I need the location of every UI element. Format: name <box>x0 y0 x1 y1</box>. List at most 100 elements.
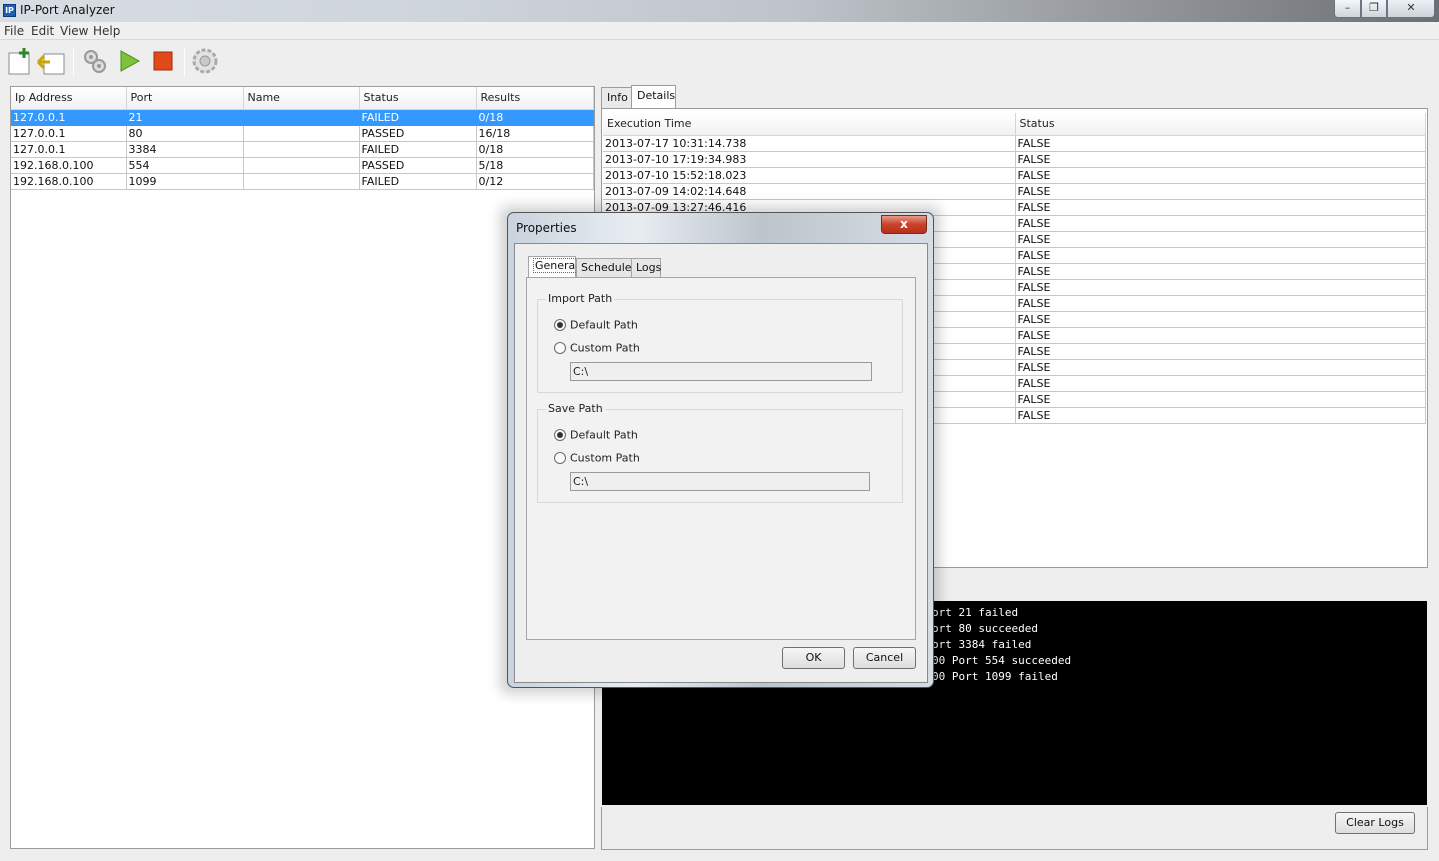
cell-status: FALSE <box>1015 199 1426 216</box>
column-header-port[interactable]: Port <box>126 87 244 110</box>
table-row[interactable]: 127.0.0.1 3384 FAILED 0/18 <box>11 141 594 158</box>
column-header-ip[interactable]: Ip Address <box>11 87 127 110</box>
table-row[interactable]: 127.0.0.1 80 PASSED 16/18 <box>11 125 594 142</box>
import-path-group: Import Path Default Path Custom Path C:\ <box>537 292 903 393</box>
menu-view[interactable]: View <box>60 24 88 38</box>
gear-icon[interactable] <box>190 46 220 76</box>
cell-status: FALSE <box>1015 295 1426 312</box>
cell-name <box>243 125 360 142</box>
toolbar-separator <box>73 48 74 76</box>
table-row[interactable]: 127.0.0.1 21 FAILED 0/18 <box>11 109 594 126</box>
cell-results: 5/18 <box>476 157 594 174</box>
import-icon[interactable] <box>36 46 66 76</box>
save-path-field[interactable]: C:\ <box>570 472 870 491</box>
radio-unchecked-icon[interactable] <box>554 452 566 464</box>
toolbar <box>0 40 1439 82</box>
radio-unchecked-icon[interactable] <box>554 342 566 354</box>
console-line: ort 3384 failed <box>932 638 1032 651</box>
save-default-path-label: Default Path <box>570 428 638 442</box>
maximize-button[interactable]: ❐ <box>1361 0 1387 18</box>
table-row[interactable]: 2013-07-17 10:31:14.738 FALSE <box>603 135 1426 152</box>
cell-port: 554 <box>126 157 244 174</box>
table-row[interactable]: 2013-07-10 15:52:18.023 FALSE <box>603 167 1426 184</box>
cell-name <box>243 141 360 158</box>
general-tab-content: Import Path Default Path Custom Path C:\… <box>526 277 916 640</box>
console-line: ort 80 succeeded <box>932 622 1038 635</box>
new-icon[interactable] <box>6 46 36 76</box>
cell-results: 0/18 <box>476 109 594 126</box>
import-custom-path-label: Custom Path <box>570 341 640 355</box>
cell-time: 2013-07-09 14:02:14.648 <box>603 183 1016 200</box>
cell-name <box>243 173 360 190</box>
cell-results: 0/18 <box>476 141 594 158</box>
cell-ip: 127.0.0.1 <box>11 125 127 142</box>
cell-status: FALSE <box>1015 327 1426 344</box>
minimize-button[interactable]: – <box>1334 0 1361 18</box>
ok-button[interactable]: OK <box>782 647 845 669</box>
cell-status: FAILED <box>359 141 477 158</box>
settings-gears-icon[interactable] <box>80 46 110 76</box>
play-icon[interactable] <box>114 46 144 76</box>
cell-status: FALSE <box>1015 247 1426 264</box>
cell-results: 0/12 <box>476 173 594 190</box>
table-row[interactable]: 2013-07-10 17:19:34.983 FALSE <box>603 151 1426 168</box>
column-header-results[interactable]: Results <box>476 87 594 110</box>
close-button[interactable]: ✕ <box>1387 0 1435 18</box>
cell-time: 2013-07-10 17:19:34.983 <box>603 151 1016 168</box>
cancel-button[interactable]: Cancel <box>853 647 916 669</box>
tab-logs[interactable]: Logs <box>631 258 661 277</box>
tab-general-label: General <box>533 258 581 273</box>
cell-status: FAILED <box>359 173 477 190</box>
tab-general[interactable]: General <box>528 256 581 277</box>
save-path-group: Save Path Default Path Custom Path C:\ <box>537 402 903 503</box>
table-row[interactable]: 192.168.0.100 1099 FAILED 0/12 <box>11 173 594 190</box>
dialog-title: Properties <box>516 221 577 235</box>
cell-port: 1099 <box>126 173 244 190</box>
import-path-field[interactable]: C:\ <box>570 362 872 381</box>
table-row[interactable]: 2013-07-09 14:02:14.648 FALSE <box>603 183 1426 200</box>
table-row[interactable]: 192.168.0.100 554 PASSED 5/18 <box>11 157 594 174</box>
radio-checked-icon[interactable] <box>554 319 566 331</box>
cell-status: FALSE <box>1015 151 1426 168</box>
cell-status: FALSE <box>1015 231 1426 248</box>
console-line: 00 Port 1099 failed <box>932 670 1058 683</box>
cell-status: FALSE <box>1015 407 1426 424</box>
cell-status: FALSE <box>1015 183 1426 200</box>
cell-port: 3384 <box>126 141 244 158</box>
radio-checked-icon[interactable] <box>554 429 566 441</box>
cell-results: 16/18 <box>476 125 594 142</box>
menu-edit[interactable]: Edit <box>31 24 54 38</box>
column-header-execution-time[interactable]: Execution Time <box>603 113 1016 136</box>
import-path-title: Import Path <box>546 292 615 305</box>
stop-icon[interactable] <box>148 46 178 76</box>
hosts-table: Ip Address Port Name Status Results 127.… <box>11 87 594 190</box>
cell-status: FALSE <box>1015 215 1426 232</box>
cell-port: 21 <box>126 109 244 126</box>
column-header-status[interactable]: Status <box>1015 113 1426 136</box>
import-default-path-radio[interactable]: Default Path <box>554 318 638 332</box>
cell-status: FAILED <box>359 109 477 126</box>
tab-details[interactable]: Details <box>631 85 676 109</box>
console-line: 00 Port 554 succeeded <box>932 654 1072 667</box>
save-default-path-radio[interactable]: Default Path <box>554 428 638 442</box>
tab-schedule[interactable]: Schedule <box>576 258 632 277</box>
cell-status: FALSE <box>1015 263 1426 280</box>
column-header-name[interactable]: Name <box>243 87 360 110</box>
save-custom-path-radio[interactable]: Custom Path <box>554 451 640 465</box>
cell-port: 80 <box>126 125 244 142</box>
tab-info[interactable]: Info <box>601 87 632 109</box>
clear-logs-button[interactable]: Clear Logs <box>1335 812 1415 834</box>
menu-help[interactable]: Help <box>93 24 120 38</box>
import-default-path-label: Default Path <box>570 318 638 332</box>
cell-status: FALSE <box>1015 343 1426 360</box>
cell-ip: 192.168.0.100 <box>11 173 127 190</box>
cell-name <box>243 157 360 174</box>
console-line: ort 21 failed <box>932 606 1019 619</box>
dialog-body: General Schedule Logs Import Path Defaul… <box>514 243 928 683</box>
window-title: IP-Port Analyzer <box>20 3 115 17</box>
menu-file[interactable]: File <box>4 24 24 38</box>
properties-dialog: Properties x General Schedule Logs Impor… <box>507 212 934 688</box>
import-custom-path-radio[interactable]: Custom Path <box>554 341 640 355</box>
column-header-status[interactable]: Status <box>359 87 477 110</box>
dialog-close-button[interactable]: x <box>881 215 927 234</box>
